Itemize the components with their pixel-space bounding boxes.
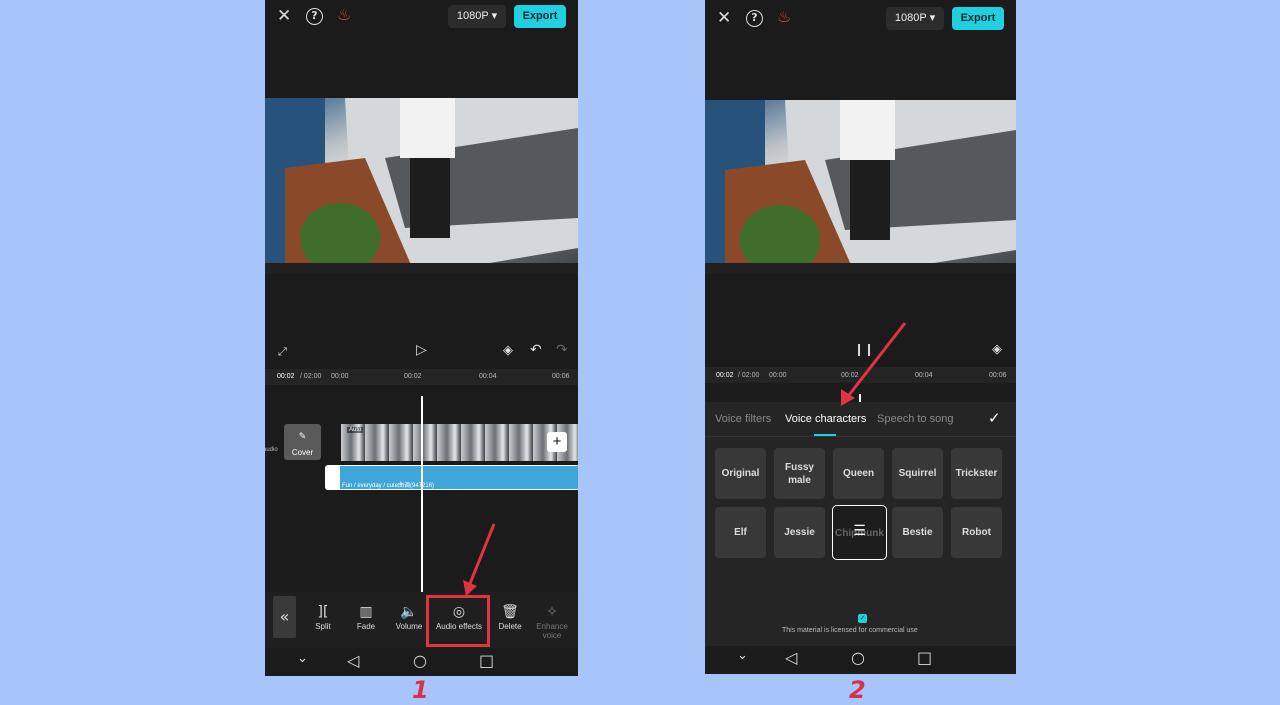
voice-fussy-male[interactable]: Fussy male [774, 448, 825, 499]
panel-tabs: Voice filters Voice characters Speech to… [705, 411, 1016, 437]
voice-original[interactable]: Original [715, 448, 766, 499]
license-text: This material is licensed for commercial… [782, 627, 918, 634]
enhance-voice-label: Enhance voice [536, 622, 568, 640]
license-check-icon: ✓ [858, 614, 867, 623]
resolution-dropdown[interactable]: 1080P ▾ [448, 5, 506, 28]
split-label: Split [315, 622, 331, 631]
time-total: / 02:00 [738, 372, 760, 379]
trash-icon: 🗑 [501, 604, 519, 620]
annotation-arrow-1 [463, 523, 496, 596]
add-clip-button[interactable]: + [547, 432, 567, 452]
voice-bestie[interactable]: Bestie [892, 507, 943, 558]
volume-tool[interactable]: 🔈 Volume [387, 603, 431, 631]
flame-icon[interactable]: ♨ [777, 9, 791, 25]
volume-icon: 🔈 [400, 604, 418, 620]
recents-nav-icon[interactable]: □ [479, 651, 494, 670]
close-icon[interactable]: ✕ [277, 8, 291, 25]
fade-tool[interactable]: ▥ Fade [344, 603, 388, 631]
voice-squirrel[interactable]: Squirrel [892, 448, 943, 499]
time-total: / 02:00 [300, 373, 322, 380]
confirm-check-icon[interactable]: ✓ [988, 411, 1001, 426]
edit-icon: ✎ [298, 432, 307, 442]
export-button[interactable]: Export [514, 5, 566, 28]
voice-chipmunk[interactable]: Chipmunk ☰ [832, 505, 887, 560]
time-current: 00:02 [716, 372, 734, 379]
cover-button[interactable]: ✎ Cover [284, 424, 321, 460]
enhance-voice-icon: ✧ [546, 604, 558, 620]
playhead[interactable] [421, 396, 423, 592]
help-icon[interactable]: ? [746, 10, 763, 27]
annotation-arrow-2 [841, 322, 907, 406]
tick-6: 00:06 [552, 373, 570, 380]
play-icon[interactable]: ▷ [416, 343, 427, 357]
fade-icon: ▥ [359, 604, 373, 620]
keyframe-icon[interactable]: ◈ [992, 343, 1002, 356]
audio-track-handle[interactable] [326, 466, 340, 489]
voice-queen[interactable]: Queen [833, 448, 884, 499]
recents-nav-icon[interactable]: □ [917, 648, 932, 667]
tab-speech-to-song[interactable]: Speech to song [877, 411, 953, 427]
tick-0: 00:00 [769, 372, 787, 379]
step-number-1: 1 [412, 676, 429, 704]
export-button[interactable]: Export [952, 7, 1004, 30]
tab-voice-filters[interactable]: Voice filters [715, 411, 771, 427]
undo-icon[interactable]: ↶ [530, 343, 542, 357]
delete-tool[interactable]: 🗑 Delete [488, 603, 532, 631]
video-preview[interactable] [705, 100, 1016, 274]
tick-2: 00:02 [404, 373, 422, 380]
step-number-2: 2 [849, 676, 866, 704]
voice-elf[interactable]: Elf [715, 507, 766, 558]
back-nav-icon[interactable]: ◁ [785, 648, 797, 667]
home-nav-icon[interactable]: ○ [413, 651, 427, 670]
video-frame [705, 100, 1016, 274]
voice-trickster[interactable]: Trickster [951, 448, 1002, 499]
phone-screen-1: ✕ ? ♨ 1080P ▾ Export ⤢ ▷ ◈ ↶ ↷ 00:02 / 0… [265, 0, 578, 676]
tick-6: 00:06 [989, 372, 1007, 379]
tick-0: 00:00 [331, 373, 349, 380]
active-tab-indicator [814, 434, 836, 436]
redo-icon[interactable]: ↷ [556, 343, 568, 357]
enhance-voice-tool[interactable]: ✧ Enhance voice [530, 603, 574, 640]
split-tool[interactable]: ][ Split [301, 603, 345, 631]
fade-label: Fade [356, 622, 376, 631]
highlight-box [426, 595, 490, 647]
chevron-down-icon[interactable]: ⌄ [737, 648, 748, 663]
home-nav-icon[interactable]: ○ [851, 648, 865, 667]
track-label: audio [265, 447, 278, 453]
keyframe-icon[interactable]: ◈ [503, 344, 513, 357]
chevron-down-icon[interactable]: ⌄ [297, 651, 308, 666]
fullscreen-icon[interactable]: ⤢ [278, 346, 287, 357]
video-clip-strip[interactable] [341, 424, 578, 461]
volume-label: Volume [395, 622, 423, 631]
tick-4: 00:04 [479, 373, 497, 380]
resolution-dropdown[interactable]: 1080P ▾ [886, 7, 944, 30]
flame-icon[interactable]: ♨ [337, 7, 351, 23]
voice-effects-panel: Voice filters Voice characters Speech to… [705, 402, 1016, 646]
help-icon[interactable]: ? [306, 8, 323, 25]
cover-label: Cover [291, 448, 314, 457]
clip-tag: Auto [347, 427, 364, 433]
tools-row: ][Split ▥ Fade 🔈 Volume ◎ Audio effects 🗑 De… [265, 603, 578, 643]
voice-robot[interactable]: Robot [951, 507, 1002, 558]
tick-4: 00:04 [915, 372, 933, 379]
split-icon: ][ [317, 604, 329, 620]
time-current: 00:02 [277, 373, 295, 380]
voice-jessie[interactable]: Jessie [774, 507, 825, 558]
back-nav-icon[interactable]: ◁ [347, 651, 359, 670]
video-preview[interactable] [265, 98, 578, 274]
audio-track[interactable]: Fun / everyday / cute曲调(947216) [325, 465, 578, 490]
delete-label: Delete [498, 622, 522, 631]
close-icon[interactable]: ✕ [717, 10, 731, 27]
adjust-sliders-icon: ☰ [853, 523, 866, 539]
tab-voice-characters[interactable]: Voice characters [785, 411, 866, 427]
video-frame [265, 98, 578, 274]
